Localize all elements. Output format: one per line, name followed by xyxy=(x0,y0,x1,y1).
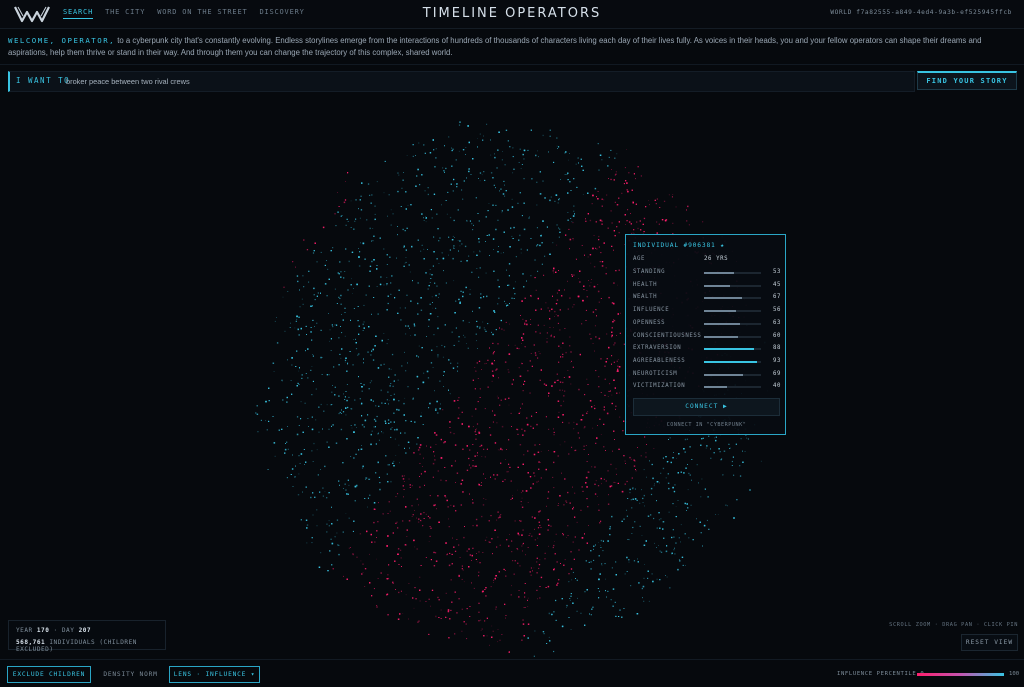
stat-row-conscientiousness: CONSCIENTIOUSNESS 60 xyxy=(633,333,781,343)
stat-label: WEALTH xyxy=(633,294,657,300)
stat-bar-fill xyxy=(704,361,757,363)
stat-label: EXTRAVERSION xyxy=(633,345,681,351)
individual-card: INDIVIDUAL #906381 ★ AGE 26 YRS STANDING… xyxy=(625,234,786,435)
stat-bar xyxy=(704,386,761,388)
stat-value: 63 xyxy=(773,320,781,326)
population-map[interactable] xyxy=(0,92,1024,657)
legend-label: INFLUENCE PERCENTILE 0 xyxy=(837,671,924,677)
story-search-input[interactable] xyxy=(66,77,866,86)
age-row: AGE 26 YRS xyxy=(633,256,781,266)
stat-value: 40 xyxy=(773,383,781,389)
day-label: · DAY xyxy=(54,627,75,634)
world-stats: YEAR 170 · DAY 207 568,761 INDIVIDUALS (… xyxy=(8,620,166,650)
stat-row-agreeableness: AGREEABLENESS 93 xyxy=(633,358,781,368)
stat-row-victimization: VICTIMIZATION 40 xyxy=(633,383,781,393)
stat-value: 60 xyxy=(773,333,781,339)
stat-label: NEUROTICISM xyxy=(633,371,677,377)
stat-label: OPENNESS xyxy=(633,320,665,326)
find-your-story-button[interactable]: FIND YOUR STORY xyxy=(917,71,1017,90)
influence-gradient-bar xyxy=(917,673,1004,676)
stat-label: INFLUENCE xyxy=(633,307,669,313)
stat-value: 53 xyxy=(773,269,781,275)
story-search-bar: I WANT TO xyxy=(8,71,915,92)
population-readout: 568,761 INDIVIDUALS (CHILDREN EXCLUDED) xyxy=(16,639,165,653)
legend-max: 100 xyxy=(1009,671,1019,677)
stat-row-influence: INFLUENCE 56 xyxy=(633,307,781,317)
age-value: 26 YRS xyxy=(704,256,728,262)
world-id: WORLD f7a82555-a849-4ed4-9a3b-ef525945ff… xyxy=(830,9,1012,16)
stat-value: 67 xyxy=(773,294,781,300)
stat-bar-fill xyxy=(704,310,736,312)
stat-bar-fill xyxy=(704,348,754,350)
age-label: AGE xyxy=(633,256,645,262)
stat-row-health: HEALTH 45 xyxy=(633,282,781,292)
stat-row-extraversion: EXTRAVERSION 88 xyxy=(633,345,781,355)
stat-label: VICTIMIZATION xyxy=(633,383,685,389)
connect-subtitle: CONNECT IN "CYBERPUNK" xyxy=(626,422,787,428)
exclude-children-toggle[interactable]: EXCLUDE CHILDREN xyxy=(7,666,91,683)
stat-value: 93 xyxy=(773,358,781,364)
stat-value: 56 xyxy=(773,307,781,313)
stat-row-wealth: WEALTH 67 xyxy=(633,294,781,304)
stat-value: 88 xyxy=(773,345,781,351)
welcome-highlight: WELCOME, OPERATOR, xyxy=(8,36,115,45)
stat-bar-fill xyxy=(704,336,738,338)
year-value: 170 xyxy=(37,627,50,634)
legend-title: INFLUENCE PERCENTILE xyxy=(837,671,916,677)
welcome-message: WELCOME, OPERATOR, to a cyberpunk city t… xyxy=(8,35,1016,59)
stat-bar xyxy=(704,348,761,350)
stat-label: HEALTH xyxy=(633,282,657,288)
stat-bar xyxy=(704,297,761,299)
stat-value: 45 xyxy=(773,282,781,288)
stat-bar-fill xyxy=(704,374,743,376)
stat-row-neuroticism: NEUROTICISM 69 xyxy=(633,371,781,381)
stat-bar xyxy=(704,285,761,287)
individual-title: INDIVIDUAL #906381 ★ xyxy=(633,242,725,249)
reset-view-button[interactable]: RESET VIEW xyxy=(961,634,1018,651)
bottom-bar: EXCLUDE CHILDREN DENSITY NORM LENS · INF… xyxy=(0,659,1024,687)
search-prefix: I WANT TO xyxy=(16,76,70,85)
stat-value: 69 xyxy=(773,371,781,377)
density-norm-toggle[interactable]: DENSITY NORM xyxy=(97,666,164,683)
population-count: 568,761 xyxy=(16,639,45,646)
stat-bar xyxy=(704,323,761,325)
stat-label: STANDING xyxy=(633,269,665,275)
lens-dropdown[interactable]: LENS · INFLUENCE ▾ xyxy=(169,666,260,683)
top-bar: SEARCH THE CITY WORD ON THE STREET DISCO… xyxy=(0,0,1024,29)
stat-bar xyxy=(704,361,761,363)
stat-row-openness: OPENNESS 63 xyxy=(633,320,781,330)
stat-bar xyxy=(704,336,761,338)
stat-bar-fill xyxy=(704,323,740,325)
connect-button[interactable]: CONNECT ▶ xyxy=(633,398,780,416)
stat-bar xyxy=(704,272,761,274)
date-readout: YEAR 170 · DAY 207 xyxy=(16,627,91,634)
welcome-text: to a cyberpunk city that's constantly ev… xyxy=(8,36,982,57)
stat-bar-fill xyxy=(704,297,742,299)
stat-label: AGREEABLENESS xyxy=(633,358,685,364)
day-value: 207 xyxy=(79,627,92,634)
stat-label: CONSCIENTIOUSNESS xyxy=(633,333,701,339)
stat-row-standing: STANDING 53 xyxy=(633,269,781,279)
view-controls-hint: SCROLL ZOOM · DRAG PAN · CLICK PIN xyxy=(889,622,1018,628)
stat-bar-fill xyxy=(704,285,730,287)
stat-bar xyxy=(704,374,761,376)
stat-bar-fill xyxy=(704,386,727,388)
stat-bar-fill xyxy=(704,272,734,274)
year-label: YEAR xyxy=(16,627,33,634)
divider xyxy=(0,64,1024,65)
stat-bar xyxy=(704,310,761,312)
